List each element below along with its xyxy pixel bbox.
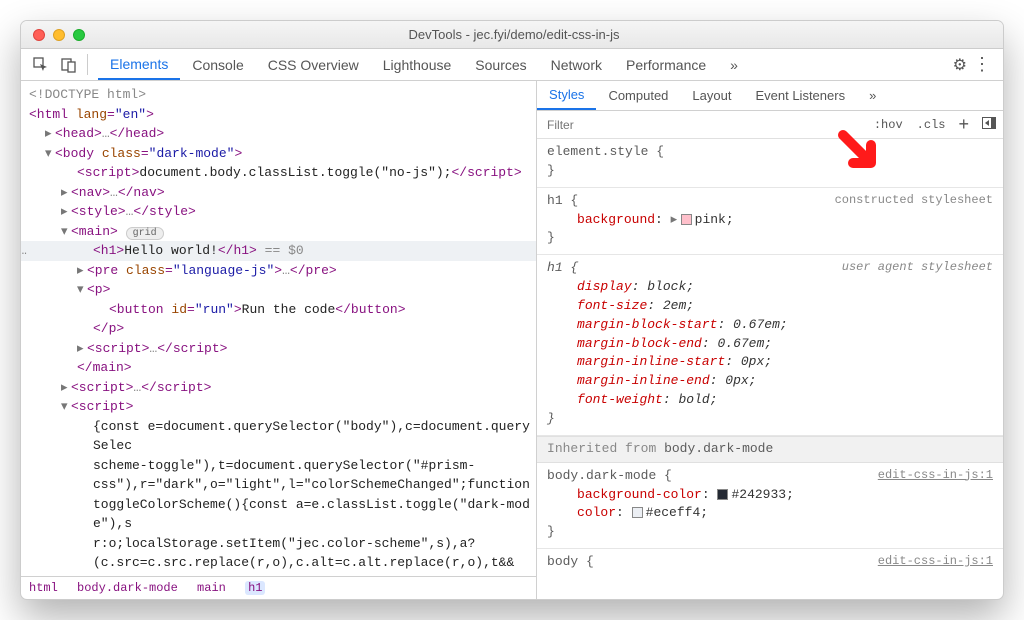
element-style-rule[interactable]: element.style { } bbox=[537, 139, 1003, 188]
rule-source[interactable]: edit-css-in-js:1 bbox=[878, 467, 993, 484]
main-tabs: Elements Console CSS Overview Lighthouse… bbox=[98, 49, 947, 80]
stabs-overflow-icon[interactable]: » bbox=[857, 81, 888, 110]
collapse-icon[interactable]: ▾ bbox=[77, 280, 87, 300]
titlebar: DevTools - jec.fyi/demo/edit-css-in-js bbox=[21, 21, 1003, 49]
rule-user-agent: user agent stylesheet h1 { display: bloc… bbox=[537, 255, 1003, 436]
collapse-icon[interactable]: ▾ bbox=[61, 397, 71, 417]
tab-performance[interactable]: Performance bbox=[614, 49, 718, 80]
expand-icon[interactable]: ▸ bbox=[45, 124, 55, 144]
filter-input[interactable] bbox=[537, 118, 867, 132]
styles-tabs: Styles Computed Layout Event Listeners » bbox=[537, 81, 1003, 111]
stab-computed[interactable]: Computed bbox=[596, 81, 680, 110]
selected-node[interactable]: <h1>Hello world!</h1> == $0 bbox=[21, 241, 536, 261]
tabs-overflow-icon[interactable]: » bbox=[718, 49, 750, 80]
filter-bar: :hov .cls + bbox=[537, 111, 1003, 139]
new-rule-icon[interactable]: + bbox=[952, 114, 975, 135]
rule-source: user agent stylesheet bbox=[842, 259, 993, 276]
crumb-body[interactable]: body.dark-mode bbox=[77, 581, 178, 595]
tab-network[interactable]: Network bbox=[539, 49, 614, 80]
expand-icon[interactable]: ▸ bbox=[77, 339, 87, 359]
collapse-icon[interactable]: ▾ bbox=[61, 222, 71, 242]
cls-toggle[interactable]: .cls bbox=[910, 118, 953, 132]
crumb-html[interactable]: html bbox=[29, 581, 58, 595]
rule-constructed[interactable]: constructed stylesheet h1 { background: … bbox=[537, 188, 1003, 256]
rule-source[interactable]: constructed stylesheet bbox=[835, 192, 993, 209]
device-toggle-icon[interactable] bbox=[55, 49, 83, 80]
devtools-window: DevTools - jec.fyi/demo/edit-css-in-js E… bbox=[20, 20, 1004, 600]
zoom-icon[interactable] bbox=[73, 29, 85, 41]
color-swatch-icon[interactable] bbox=[717, 489, 728, 500]
close-icon[interactable] bbox=[33, 29, 45, 41]
elements-panel: <!DOCTYPE html> <html lang="en"> ▸<head>… bbox=[21, 81, 537, 599]
styles-body[interactable]: element.style { } constructed stylesheet… bbox=[537, 139, 1003, 599]
inspect-icon[interactable] bbox=[27, 49, 55, 80]
inherited-header: Inherited from body.dark-mode bbox=[537, 436, 1003, 463]
rule-body[interactable]: edit-css-in-js:1 body { bbox=[537, 549, 1003, 578]
tab-console[interactable]: Console bbox=[180, 49, 255, 80]
main-tabbar: Elements Console CSS Overview Lighthouse… bbox=[21, 49, 1003, 81]
expand-icon[interactable]: ▸ bbox=[671, 211, 681, 230]
tab-css-overview[interactable]: CSS Overview bbox=[256, 49, 371, 80]
grid-badge[interactable]: grid bbox=[126, 227, 164, 240]
more-icon[interactable]: ⋮ bbox=[973, 54, 991, 75]
color-swatch-icon[interactable] bbox=[681, 214, 692, 225]
expand-icon[interactable]: ▸ bbox=[61, 202, 71, 222]
expand-icon[interactable]: ▸ bbox=[77, 261, 87, 281]
settings-icon[interactable]: ⚙ bbox=[953, 55, 967, 75]
tab-elements[interactable]: Elements bbox=[98, 49, 180, 80]
color-swatch-icon[interactable] bbox=[632, 507, 643, 518]
breadcrumb: html body.dark-mode main h1 bbox=[21, 576, 536, 599]
tab-lighthouse[interactable]: Lighthouse bbox=[371, 49, 464, 80]
expand-icon[interactable]: ▸ bbox=[61, 378, 71, 398]
tab-sources[interactable]: Sources bbox=[463, 49, 538, 80]
crumb-h1[interactable]: h1 bbox=[245, 581, 265, 595]
rule-source[interactable]: edit-css-in-js:1 bbox=[878, 553, 993, 570]
stab-event-listeners[interactable]: Event Listeners bbox=[743, 81, 857, 110]
expand-icon[interactable]: ▸ bbox=[61, 183, 71, 203]
toggle-sidebar-icon[interactable] bbox=[975, 117, 1003, 133]
collapse-icon[interactable]: ▾ bbox=[45, 144, 55, 164]
doctype: <!DOCTYPE html> bbox=[29, 87, 146, 102]
stab-layout[interactable]: Layout bbox=[680, 81, 743, 110]
window-controls bbox=[21, 29, 85, 41]
stab-styles[interactable]: Styles bbox=[537, 81, 596, 110]
window-title: DevTools - jec.fyi/demo/edit-css-in-js bbox=[85, 27, 943, 42]
script-body: {const e=document.querySelector("body"),… bbox=[93, 419, 530, 577]
dom-tree[interactable]: <!DOCTYPE html> <html lang="en"> ▸<head>… bbox=[21, 81, 536, 576]
hov-toggle[interactable]: :hov bbox=[867, 118, 910, 132]
rule-body-dark[interactable]: edit-css-in-js:1 body.dark-mode { backgr… bbox=[537, 463, 1003, 549]
crumb-main[interactable]: main bbox=[197, 581, 226, 595]
styles-panel: Styles Computed Layout Event Listeners »… bbox=[537, 81, 1003, 599]
minimize-icon[interactable] bbox=[53, 29, 65, 41]
